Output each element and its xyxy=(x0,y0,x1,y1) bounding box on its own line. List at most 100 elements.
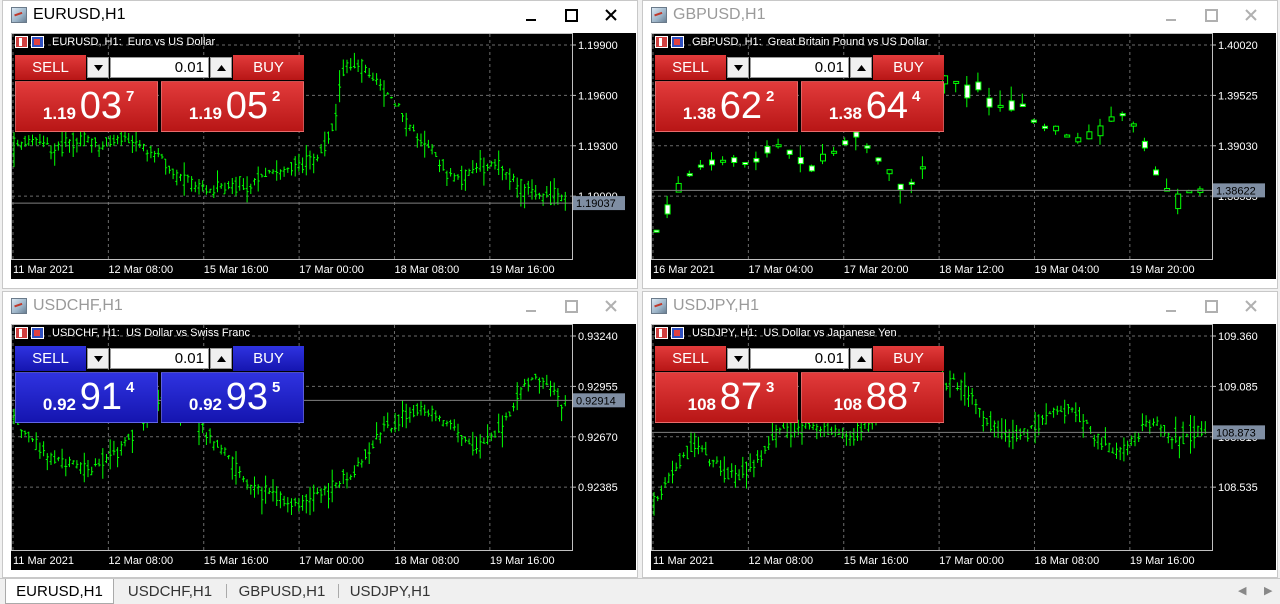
ohlc-bar xyxy=(397,103,401,107)
bid-price-quote[interactable]: 1.19 03 7 xyxy=(15,81,158,132)
lot-increase-button[interactable] xyxy=(850,348,872,369)
price-chart[interactable]: 109.360109.085108.810108.53511 Mar 20211… xyxy=(651,324,1276,570)
minimize-icon[interactable] xyxy=(1151,292,1191,320)
trade-levels-icon[interactable] xyxy=(671,36,684,48)
one-click-trading-icon[interactable] xyxy=(15,327,28,339)
buy-button[interactable]: BUY xyxy=(873,346,944,371)
sell-button[interactable]: SELL xyxy=(655,346,726,371)
minimize-icon[interactable] xyxy=(511,292,551,320)
window-titlebar[interactable]: USDCHF,H1 xyxy=(3,292,637,320)
ohlc-bar xyxy=(330,469,334,503)
ohlc-bar xyxy=(293,497,297,507)
window-titlebar[interactable]: GBPUSD,H1 xyxy=(643,1,1277,29)
ohlc-bar xyxy=(123,437,127,447)
ohlc-bar xyxy=(671,460,674,484)
maximize-icon[interactable] xyxy=(1191,1,1231,29)
scroll-right-icon[interactable]: ▶ xyxy=(1264,584,1272,597)
ohlc-bar xyxy=(386,92,390,95)
ohlc-bar xyxy=(134,131,138,152)
ask-price-quote[interactable]: 0.92 93 5 xyxy=(161,372,304,423)
close-icon[interactable] xyxy=(1231,1,1271,29)
lot-size-input[interactable]: 0.01 xyxy=(750,57,849,78)
window-titlebar[interactable]: EURUSD,H1 xyxy=(3,1,637,29)
tab-eurusd[interactable]: EURUSD,H1 xyxy=(5,579,114,604)
one-click-trading-icon[interactable] xyxy=(655,36,668,48)
tab-usdchf[interactable]: USDCHF,H1 xyxy=(116,579,224,603)
close-icon[interactable] xyxy=(591,1,631,29)
sell-button[interactable]: SELL xyxy=(655,55,726,80)
lot-size-input[interactable]: 0.01 xyxy=(110,348,209,369)
price-axis-label: 0.92670 xyxy=(578,432,618,444)
lot-decrease-button[interactable] xyxy=(727,348,749,369)
ohlc-bar xyxy=(549,181,552,206)
bid-price-quote[interactable]: 108 87 3 xyxy=(655,372,798,423)
tab-usdjpy[interactable]: USDJPY,H1 xyxy=(340,579,440,603)
trade-levels-icon[interactable] xyxy=(31,36,44,48)
close-icon[interactable] xyxy=(591,292,631,320)
ohlc-bar xyxy=(996,420,1000,439)
maximize-icon[interactable] xyxy=(551,292,591,320)
lot-decrease-button[interactable] xyxy=(87,348,109,369)
buy-button[interactable]: BUY xyxy=(233,346,304,371)
ohlc-bar xyxy=(330,123,334,132)
maximize-icon[interactable] xyxy=(1191,292,1231,320)
ohlc-bar xyxy=(526,180,530,195)
tab-gbpusd[interactable]: GBPUSD,H1 xyxy=(228,579,336,603)
price-chart[interactable]: 1.400201.395251.390301.3853516 Mar 20211… xyxy=(651,33,1276,279)
ohlc-bar xyxy=(530,377,534,381)
buy-button[interactable]: BUY xyxy=(873,55,944,80)
minimize-icon[interactable] xyxy=(1151,1,1191,29)
lot-size-input[interactable]: 0.01 xyxy=(750,348,849,369)
time-axis-label: 11 Mar 2021 xyxy=(13,264,74,276)
ohlc-bar xyxy=(49,452,53,465)
ohlc-bar xyxy=(948,370,952,398)
window-titlebar[interactable]: USDJPY,H1 xyxy=(643,292,1277,320)
sell-button[interactable]: SELL xyxy=(15,346,86,371)
ask-price-quote[interactable]: 1.38 64 4 xyxy=(801,81,944,132)
lot-increase-button[interactable] xyxy=(850,57,872,78)
ohlc-bar xyxy=(408,407,412,423)
lot-decrease-button[interactable] xyxy=(87,57,109,78)
lot-size-input[interactable]: 0.01 xyxy=(110,57,209,78)
ohlc-bar xyxy=(519,386,523,400)
time-axis-label: 17 Mar 00:00 xyxy=(939,555,1004,567)
ohlc-bar xyxy=(545,374,549,386)
candle-body xyxy=(764,145,771,154)
sell-button[interactable]: SELL xyxy=(15,55,86,80)
trade-levels-icon[interactable] xyxy=(671,327,684,339)
lot-increase-button[interactable] xyxy=(210,57,232,78)
trade-levels-icon[interactable] xyxy=(31,327,44,339)
minimize-icon[interactable] xyxy=(511,1,551,29)
ohlc-bar xyxy=(327,131,330,144)
price-chart[interactable]: 1.199001.196001.193001.1900011 Mar 20211… xyxy=(11,33,636,279)
price-chart[interactable]: 0.93240 0.92955 0.92670 0.92385 11 Mar 2021 1… xyxy=(11,324,636,570)
close-icon[interactable] xyxy=(1231,292,1271,320)
ask-price-quote[interactable]: 108 88 7 xyxy=(801,372,944,423)
ohlc-bar xyxy=(674,462,678,472)
ohlc-bar xyxy=(275,486,279,506)
chart-window-usdjpy[interactable]: USDJPY,H1 109.360109.085108.810108.53511… xyxy=(642,291,1278,578)
lot-increase-button[interactable] xyxy=(210,348,232,369)
one-click-trading-icon[interactable] xyxy=(15,36,28,48)
one-click-trading-icon[interactable] xyxy=(655,327,668,339)
ohlc-bar xyxy=(848,431,852,446)
ohlc-bar xyxy=(349,474,353,480)
chart-window-gbpusd[interactable]: GBPUSD,H1 1.400201.395251.390301.3853516… xyxy=(642,0,1278,289)
ask-price-quote[interactable]: 1.19 05 2 xyxy=(161,81,304,132)
buy-button[interactable]: BUY xyxy=(233,55,304,80)
symbol-description: GBPUSD, H1: Great Britain Pound vs US Do… xyxy=(655,36,929,48)
bid-price-quote[interactable]: 0.92 91 4 xyxy=(15,372,158,423)
ask-price-pips: 93 xyxy=(225,376,268,418)
ohlc-bar xyxy=(193,181,197,193)
ohlc-bar xyxy=(1026,429,1030,442)
bid-price-quote[interactable]: 1.38 62 2 xyxy=(655,81,798,132)
ohlc-bar xyxy=(1000,418,1004,440)
lot-decrease-button[interactable] xyxy=(727,57,749,78)
scroll-left-icon[interactable]: ◀ xyxy=(1238,584,1246,597)
ohlc-bar xyxy=(278,169,282,180)
chart-window-usdchf[interactable]: USDCHF,H1 0.93240 0.92955 0.92670 0.92385 11… xyxy=(2,291,638,578)
candle-body xyxy=(897,183,904,191)
price-axis-label: 1.39525 xyxy=(1218,90,1258,102)
maximize-icon[interactable] xyxy=(551,1,591,29)
chart-window-eurusd[interactable]: EURUSD,H1 1.199001.196001.193001.1900011… xyxy=(2,0,638,289)
